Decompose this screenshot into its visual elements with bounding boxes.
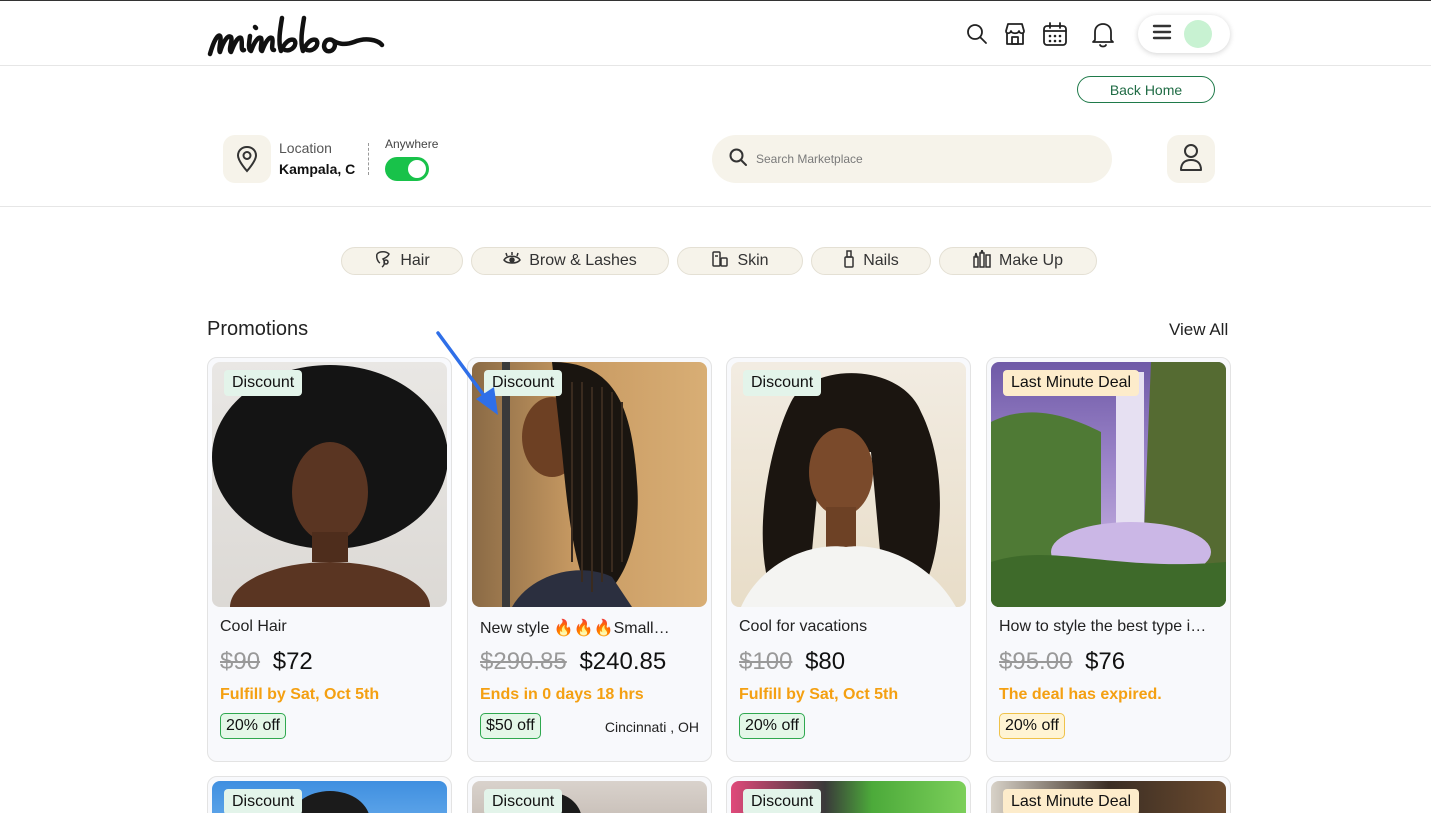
promo-badge: Discount [224, 370, 303, 396]
search-icon[interactable] [963, 20, 991, 48]
toggle-knob [408, 160, 426, 178]
location-divider [368, 143, 369, 175]
original-price: $290.85 [480, 648, 567, 675]
mimbbo-logo[interactable] [206, 10, 386, 67]
promotion-image: Discount [212, 362, 447, 607]
promotion-card[interactable]: Last Minute Deal [986, 776, 1231, 813]
category-label: Skin [737, 252, 769, 269]
account-menu-button[interactable] [1138, 15, 1230, 53]
promotion-card[interactable]: Last Minute Deal How to style the best t… [986, 357, 1231, 762]
bell-icon[interactable] [1089, 20, 1117, 48]
category-brow-lashes[interactable]: Brow & Lashes [471, 247, 669, 275]
view-all-link[interactable]: View All [1169, 320, 1228, 340]
location-value[interactable]: Kampala, C [279, 161, 355, 177]
original-price: $95.00 [999, 648, 1073, 675]
promotion-title: Cool for vacations [739, 618, 868, 635]
promotions-heading: Promotions [207, 318, 309, 340]
back-home-button[interactable]: Back Home [1077, 76, 1215, 103]
discounted-price: $240.85 [579, 648, 667, 675]
promotion-status: Fulfill by Sat, Oct 5th [220, 686, 380, 703]
price-row: $290.85 $240.85 [480, 648, 666, 676]
promo-badge: Discount [743, 789, 822, 813]
store-icon[interactable] [1001, 20, 1029, 48]
discount-tag: 20% off [220, 713, 286, 739]
discounted-price: $72 [272, 648, 313, 675]
makeup-icon [973, 247, 991, 273]
category-skin[interactable]: Skin [677, 247, 803, 275]
promo-badge: Discount [484, 789, 563, 813]
promotion-card[interactable]: Discount Cool Hair $90 $72 Fulfill by Sa… [207, 357, 452, 762]
promo-badge: Last Minute Deal [1003, 370, 1140, 396]
promo-badge: Discount [224, 789, 303, 813]
discount-tag: $50 off [480, 713, 541, 739]
category-make-up[interactable]: Make Up [939, 247, 1097, 275]
promotion-status: The deal has expired. [999, 686, 1162, 703]
discount-tag: 20% off [739, 713, 805, 739]
promotion-card[interactable]: Discount [467, 776, 712, 813]
location-pin-icon[interactable] [223, 135, 271, 183]
discount-tag: 20% off [999, 713, 1065, 739]
search-input[interactable] [756, 152, 1096, 166]
hair-icon [374, 250, 392, 273]
category-label: Hair [400, 252, 430, 269]
calendar-icon[interactable] [1041, 20, 1069, 48]
search-bar [712, 135, 1112, 183]
price-row: $90 $72 [220, 648, 313, 676]
promo-badge: Last Minute Deal [1003, 789, 1140, 813]
discounted-price: $76 [1085, 648, 1126, 675]
category-nails[interactable]: Nails [811, 247, 931, 275]
promotion-title: Cool Hair [220, 618, 287, 635]
annotation-arrow-icon [430, 327, 510, 427]
user-icon [1178, 142, 1204, 177]
promotion-status: Ends in 0 days 18 hrs [480, 686, 644, 703]
user-profile-button[interactable] [1167, 135, 1215, 183]
nail-polish-icon [843, 249, 855, 273]
category-label: Make Up [998, 252, 1064, 269]
discounted-price: $80 [805, 648, 846, 675]
avatar [1184, 20, 1212, 48]
category-hair[interactable]: Hair [341, 247, 463, 275]
location-city: Cincinnati , OH [604, 719, 699, 735]
header-divider [0, 206, 1431, 207]
skin-icon [711, 250, 729, 273]
original-price: $90 [220, 648, 261, 675]
menu-icon [1152, 23, 1172, 46]
anywhere-toggle[interactable] [385, 157, 429, 181]
promotion-status: Fulfill by Sat, Oct 5th [739, 686, 899, 703]
original-price: $100 [739, 648, 793, 675]
promotion-card[interactable]: Discount [726, 776, 971, 813]
location-label: Location [279, 140, 332, 156]
promotion-card[interactable]: Discount Cool for vacations $100 $80 Ful… [726, 357, 971, 762]
promotion-card[interactable]: Discount [207, 776, 452, 813]
top-navbar [0, 2, 1431, 66]
promotion-title: How to style the best type i… [999, 618, 1207, 635]
search-icon [728, 147, 748, 172]
price-row: $95.00 $76 [999, 648, 1125, 676]
category-label: Brow & Lashes [529, 252, 637, 269]
price-row: $100 $80 [739, 648, 845, 676]
eye-icon [503, 251, 522, 271]
promotion-title: New style 🔥🔥🔥Small… [480, 620, 670, 637]
promo-badge: Discount [743, 370, 822, 396]
promotion-image: Last Minute Deal [991, 362, 1226, 607]
promotion-image: Discount [731, 362, 966, 607]
category-label: Nails [863, 252, 899, 269]
anywhere-label: Anywhere [385, 137, 439, 151]
